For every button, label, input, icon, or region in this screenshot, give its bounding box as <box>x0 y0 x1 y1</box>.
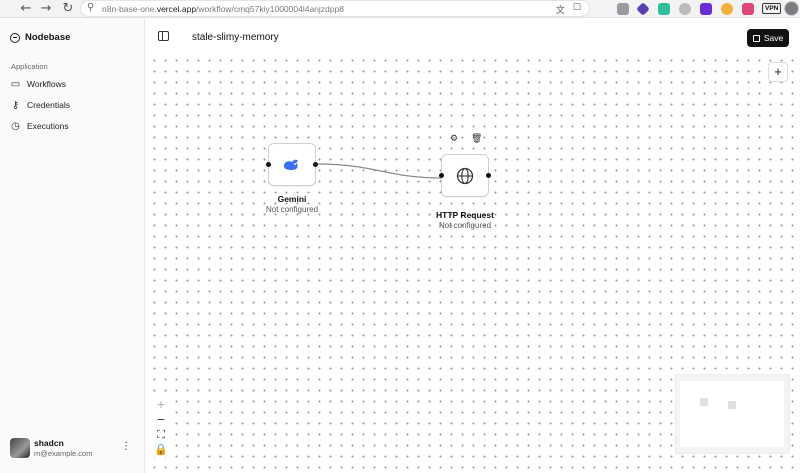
minimap-node <box>700 398 708 406</box>
clock-icon: ◷ <box>11 120 20 132</box>
browser-toolbar: ← → ↻ ⚲ n8n-base-one.vercel.app/workflow… <box>0 0 800 18</box>
gemini-icon <box>284 159 298 170</box>
node-http-request[interactable] <box>439 154 491 197</box>
save-button[interactable]: Save <box>747 29 789 47</box>
user-email: m@example.com <box>34 449 93 458</box>
more-vertical-icon[interactable]: ⋮ <box>121 441 131 452</box>
node-gemini[interactable] <box>266 143 318 186</box>
workflow-canvas[interactable]: + Gemini Not configured ⚙ 🗑 HTTP Request… <box>146 52 800 473</box>
output-handle[interactable] <box>313 162 318 167</box>
sidebar-group-label: Application <box>11 62 48 71</box>
minimap-node <box>728 401 736 409</box>
extension-icon[interactable] <box>742 3 754 15</box>
folder-icon: ▭ <box>10 78 21 90</box>
reload-icon[interactable]: ↻ <box>60 1 76 17</box>
profile-avatar[interactable] <box>784 1 799 16</box>
extension-icon[interactable] <box>658 3 670 15</box>
workflow-title[interactable]: stale-slimy-memory <box>192 32 279 43</box>
input-handle[interactable] <box>266 162 271 167</box>
brand-name: Nodebase <box>25 32 71 43</box>
sidebar-item-executions[interactable]: ◷ Executions <box>10 118 69 134</box>
node-status: Not configured <box>265 205 319 214</box>
sidebar: Nodebase Application ▭ Workflows ⚷ Crede… <box>0 18 145 473</box>
input-handle[interactable] <box>439 173 444 178</box>
extension-icon[interactable] <box>721 3 733 15</box>
avatar <box>10 438 30 458</box>
output-handle[interactable] <box>486 173 491 178</box>
forward-icon[interactable]: → <box>38 1 54 17</box>
logo-icon <box>10 32 20 43</box>
address-bar[interactable]: ⚲ n8n-base-one.vercel.app/workflow/cmq57… <box>80 0 590 17</box>
minimap-viewport <box>680 381 784 447</box>
globe-icon <box>456 167 474 184</box>
trash-icon[interactable]: 🗑 <box>471 134 482 144</box>
zoom-out-icon[interactable]: − <box>152 412 170 427</box>
extension-icon[interactable] <box>679 3 691 15</box>
workflow-header: stale-slimy-memory Save <box>146 18 800 52</box>
node-title: Gemini <box>277 194 307 204</box>
user-name: shadcn <box>34 438 64 448</box>
bookmark-icon[interactable]: ☐ <box>573 3 581 16</box>
extension-icon[interactable] <box>700 3 712 15</box>
sidebar-item-label: Executions <box>27 121 69 131</box>
extension-icon[interactable] <box>617 3 629 15</box>
connection-edge[interactable] <box>315 163 444 179</box>
sidebar-item-label: Workflows <box>27 79 67 89</box>
back-icon[interactable]: ← <box>18 1 34 17</box>
site-info-icon[interactable]: ⚲ <box>87 2 94 13</box>
minimap[interactable] <box>675 374 790 454</box>
extension-icon[interactable] <box>636 2 650 16</box>
translate-icon[interactable]: 文 <box>556 3 565 16</box>
node-status: Not configured <box>438 221 492 230</box>
sidebar-toggle-icon[interactable] <box>158 31 169 41</box>
node-title: HTTP Request <box>436 210 494 220</box>
save-icon <box>752 34 760 42</box>
save-label: Save <box>763 33 784 43</box>
sidebar-item-label: Credentials <box>27 100 70 110</box>
canvas-controls: + − ⛶ 🔒 <box>152 397 170 457</box>
vpn-badge[interactable]: VPN <box>762 3 782 14</box>
key-icon: ⚷ <box>11 99 20 111</box>
gear-icon[interactable]: ⚙ <box>450 134 458 144</box>
sidebar-item-credentials[interactable]: ⚷ Credentials <box>10 97 70 113</box>
zoom-in-icon[interactable]: + <box>152 397 170 412</box>
user-menu-trigger[interactable]: shadcn m@example.com ⋮ <box>10 436 135 460</box>
add-node-button[interactable]: + <box>768 62 788 82</box>
sidebar-item-workflows[interactable]: ▭ Workflows <box>10 76 66 92</box>
lock-icon[interactable]: 🔒 <box>152 442 170 457</box>
brand[interactable]: Nodebase <box>10 32 70 43</box>
url-text: n8n-base-one.vercel.app/workflow/cmq57ki… <box>102 4 344 14</box>
fit-view-icon[interactable]: ⛶ <box>152 427 170 442</box>
